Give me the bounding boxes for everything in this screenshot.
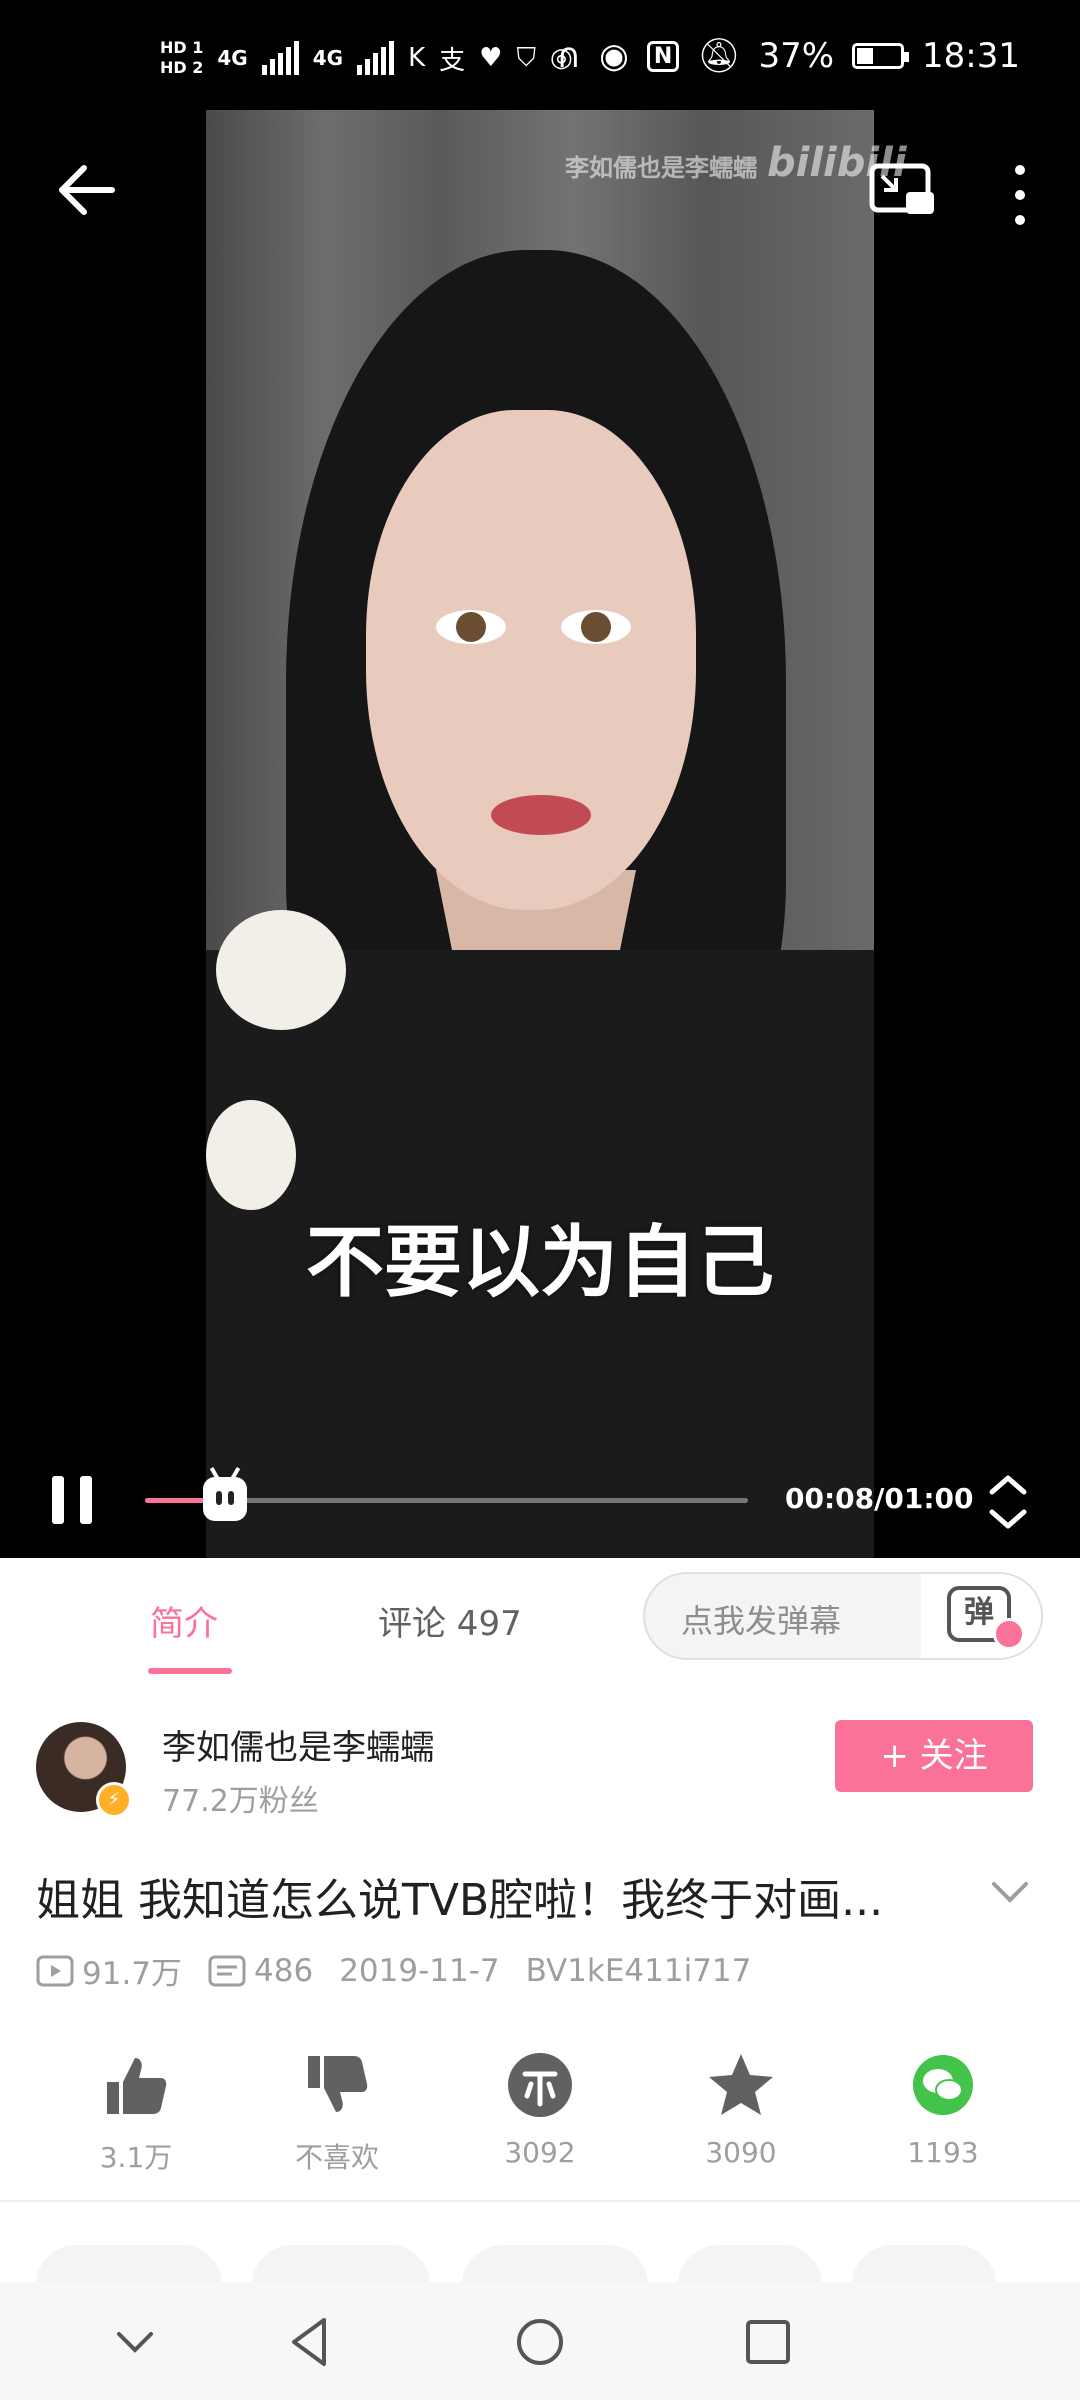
network-label-1: 4G (217, 46, 248, 70)
tab-comments[interactable]: 评论 497 (378, 1596, 522, 1645)
signal-icon (261, 41, 299, 75)
tab-bar: 简介 评论 497 点我发弹幕 弹 (0, 1558, 1080, 1678)
video-lips (491, 795, 591, 835)
danmaku-count-icon (208, 1955, 246, 1986)
hd1-label: HD 1 (160, 38, 204, 57)
k-icon: K (408, 43, 426, 73)
fan-count: 77.2万粉丝 (162, 1784, 319, 1819)
home-circle-icon[interactable] (510, 2312, 570, 2372)
status-bar-right: ∩ ◉ N 🔕︎ 37% 18:31 (556, 36, 1020, 76)
danmaku-stat: 486 (208, 1953, 313, 1989)
video-eye-right (561, 610, 631, 644)
video-face (366, 410, 696, 910)
danmaku-toggle-button[interactable]: 弹 (921, 1574, 1041, 1658)
video-stats: 91.7万 486 2019-11-7 BV1kE411i717 (36, 1948, 777, 1993)
author-name[interactable]: 李如儒也是李蠕蠕 (162, 1720, 434, 1769)
elapsed-time: 00:08/01:00 (785, 1482, 974, 1515)
headphones-icon: ∩ (556, 36, 582, 76)
signal-icon-2 (357, 41, 395, 75)
alipay-icon: 支 (439, 45, 466, 76)
status-bar: HD 1 HD 2 4G 4G K 支 ♥ ⛉ ◎ ∩ ◉ N 🔕︎ 37% 1… (0, 0, 1080, 110)
follow-button[interactable]: + 关注 (835, 1720, 1033, 1792)
tag-row (0, 2245, 1080, 2325)
author-section: ⚡ 李如儒也是李蠕蠕 77.2万粉丝 + 关注 (0, 1676, 1080, 1836)
back-arrow-icon[interactable] (52, 160, 122, 220)
coin-count: 3092 (504, 2136, 576, 2169)
picture-in-picture-icon[interactable] (868, 160, 938, 220)
thumbs-down-icon (308, 2056, 368, 2112)
dislike-label: 不喜欢 (294, 2141, 379, 2174)
watermark: 李如儒也是李蠕蠕 bilibili (565, 140, 907, 186)
danmaku-count: 486 (254, 1952, 314, 1989)
danmaku-check-icon (993, 1618, 1025, 1650)
cotton-flower (216, 910, 346, 1030)
video-eye-left (436, 610, 506, 644)
like-count: 3.1万 (99, 2141, 173, 2174)
bv-id: BV1kE411i717 (525, 1952, 752, 1989)
cotton-flower-2 (206, 1100, 296, 1210)
video-frame (206, 110, 874, 1558)
favorite-count: 3090 (705, 2136, 777, 2169)
pause-icon[interactable] (48, 1470, 98, 1530)
collapse-down-icon[interactable] (105, 2312, 165, 2372)
recents-square-icon[interactable] (738, 2312, 798, 2372)
tab-intro[interactable]: 简介 (150, 1596, 218, 1645)
play-count-icon (36, 1955, 74, 1986)
health-icon: ♥ (479, 43, 503, 73)
mute-icon: 🔕︎ (697, 36, 741, 76)
danmaku-input[interactable]: 点我发弹幕 弹 (643, 1572, 1043, 1660)
upload-date: 2019-11-7 (339, 1952, 500, 1989)
progress-thumb-icon[interactable] (203, 1466, 248, 1521)
share-count: 1193 (907, 2136, 979, 2169)
eye-icon: ◉ (599, 36, 629, 76)
danmaku-placeholder: 点我发弹幕 (681, 1602, 842, 1640)
share-button[interactable]: 1193 (873, 2050, 1013, 2169)
progress-bar[interactable] (145, 1466, 748, 1521)
video-title[interactable]: 姐姐 我知道怎么说TVB腔啦！我终于对画... (36, 1864, 956, 1928)
coin-icon (508, 2053, 572, 2117)
nfc-icon: N (646, 40, 680, 72)
wechat-share-icon (913, 2055, 973, 2115)
lightning-badge-icon: ⚡ (96, 1782, 132, 1818)
favorite-button[interactable]: 3090 (671, 2050, 811, 2169)
video-subtitle: 不要以为自己 (305, 1218, 774, 1308)
view-count: 91.7万 (82, 1956, 183, 1992)
hd2-label: HD 2 (160, 58, 204, 77)
watermark-name: 李如儒也是李蠕蠕 (565, 154, 757, 182)
views-stat: 91.7万 (36, 1948, 182, 1993)
chevron-down-icon[interactable] (990, 1872, 1030, 1912)
system-nav-bar (0, 2282, 1080, 2400)
network-label-2: 4G (312, 46, 344, 70)
danmaku-icon-text: 弹 (964, 1595, 994, 1630)
star-icon (709, 2054, 773, 2115)
fullscreen-toggle-icon[interactable] (988, 1472, 1028, 1532)
shield-icon: ⛉ (516, 42, 536, 73)
battery-percent: 37% (758, 36, 835, 76)
more-options-icon[interactable] (1000, 160, 1040, 230)
hd-indicator: HD 1 HD 2 (160, 38, 203, 78)
video-player[interactable]: 李如儒也是李蠕蠕 bilibili 不要以为自己 00:08/01:00 (0, 110, 1080, 1558)
back-triangle-icon[interactable] (280, 2312, 340, 2372)
tab-underline (148, 1668, 232, 1674)
status-bar-left: HD 1 HD 2 4G 4G K 支 ♥ ⛉ ◎ (160, 38, 573, 78)
battery-icon (852, 43, 910, 69)
thumbs-up-icon (107, 2058, 167, 2114)
like-button[interactable]: 3.1万 (66, 2050, 206, 2176)
dislike-button[interactable]: 不喜欢 (267, 2050, 407, 2176)
coin-button[interactable]: 3092 (470, 2050, 610, 2169)
action-row: 3.1万 不喜欢 3092 3090 1193 (0, 2050, 1080, 2202)
clock: 18:31 (922, 36, 1020, 76)
